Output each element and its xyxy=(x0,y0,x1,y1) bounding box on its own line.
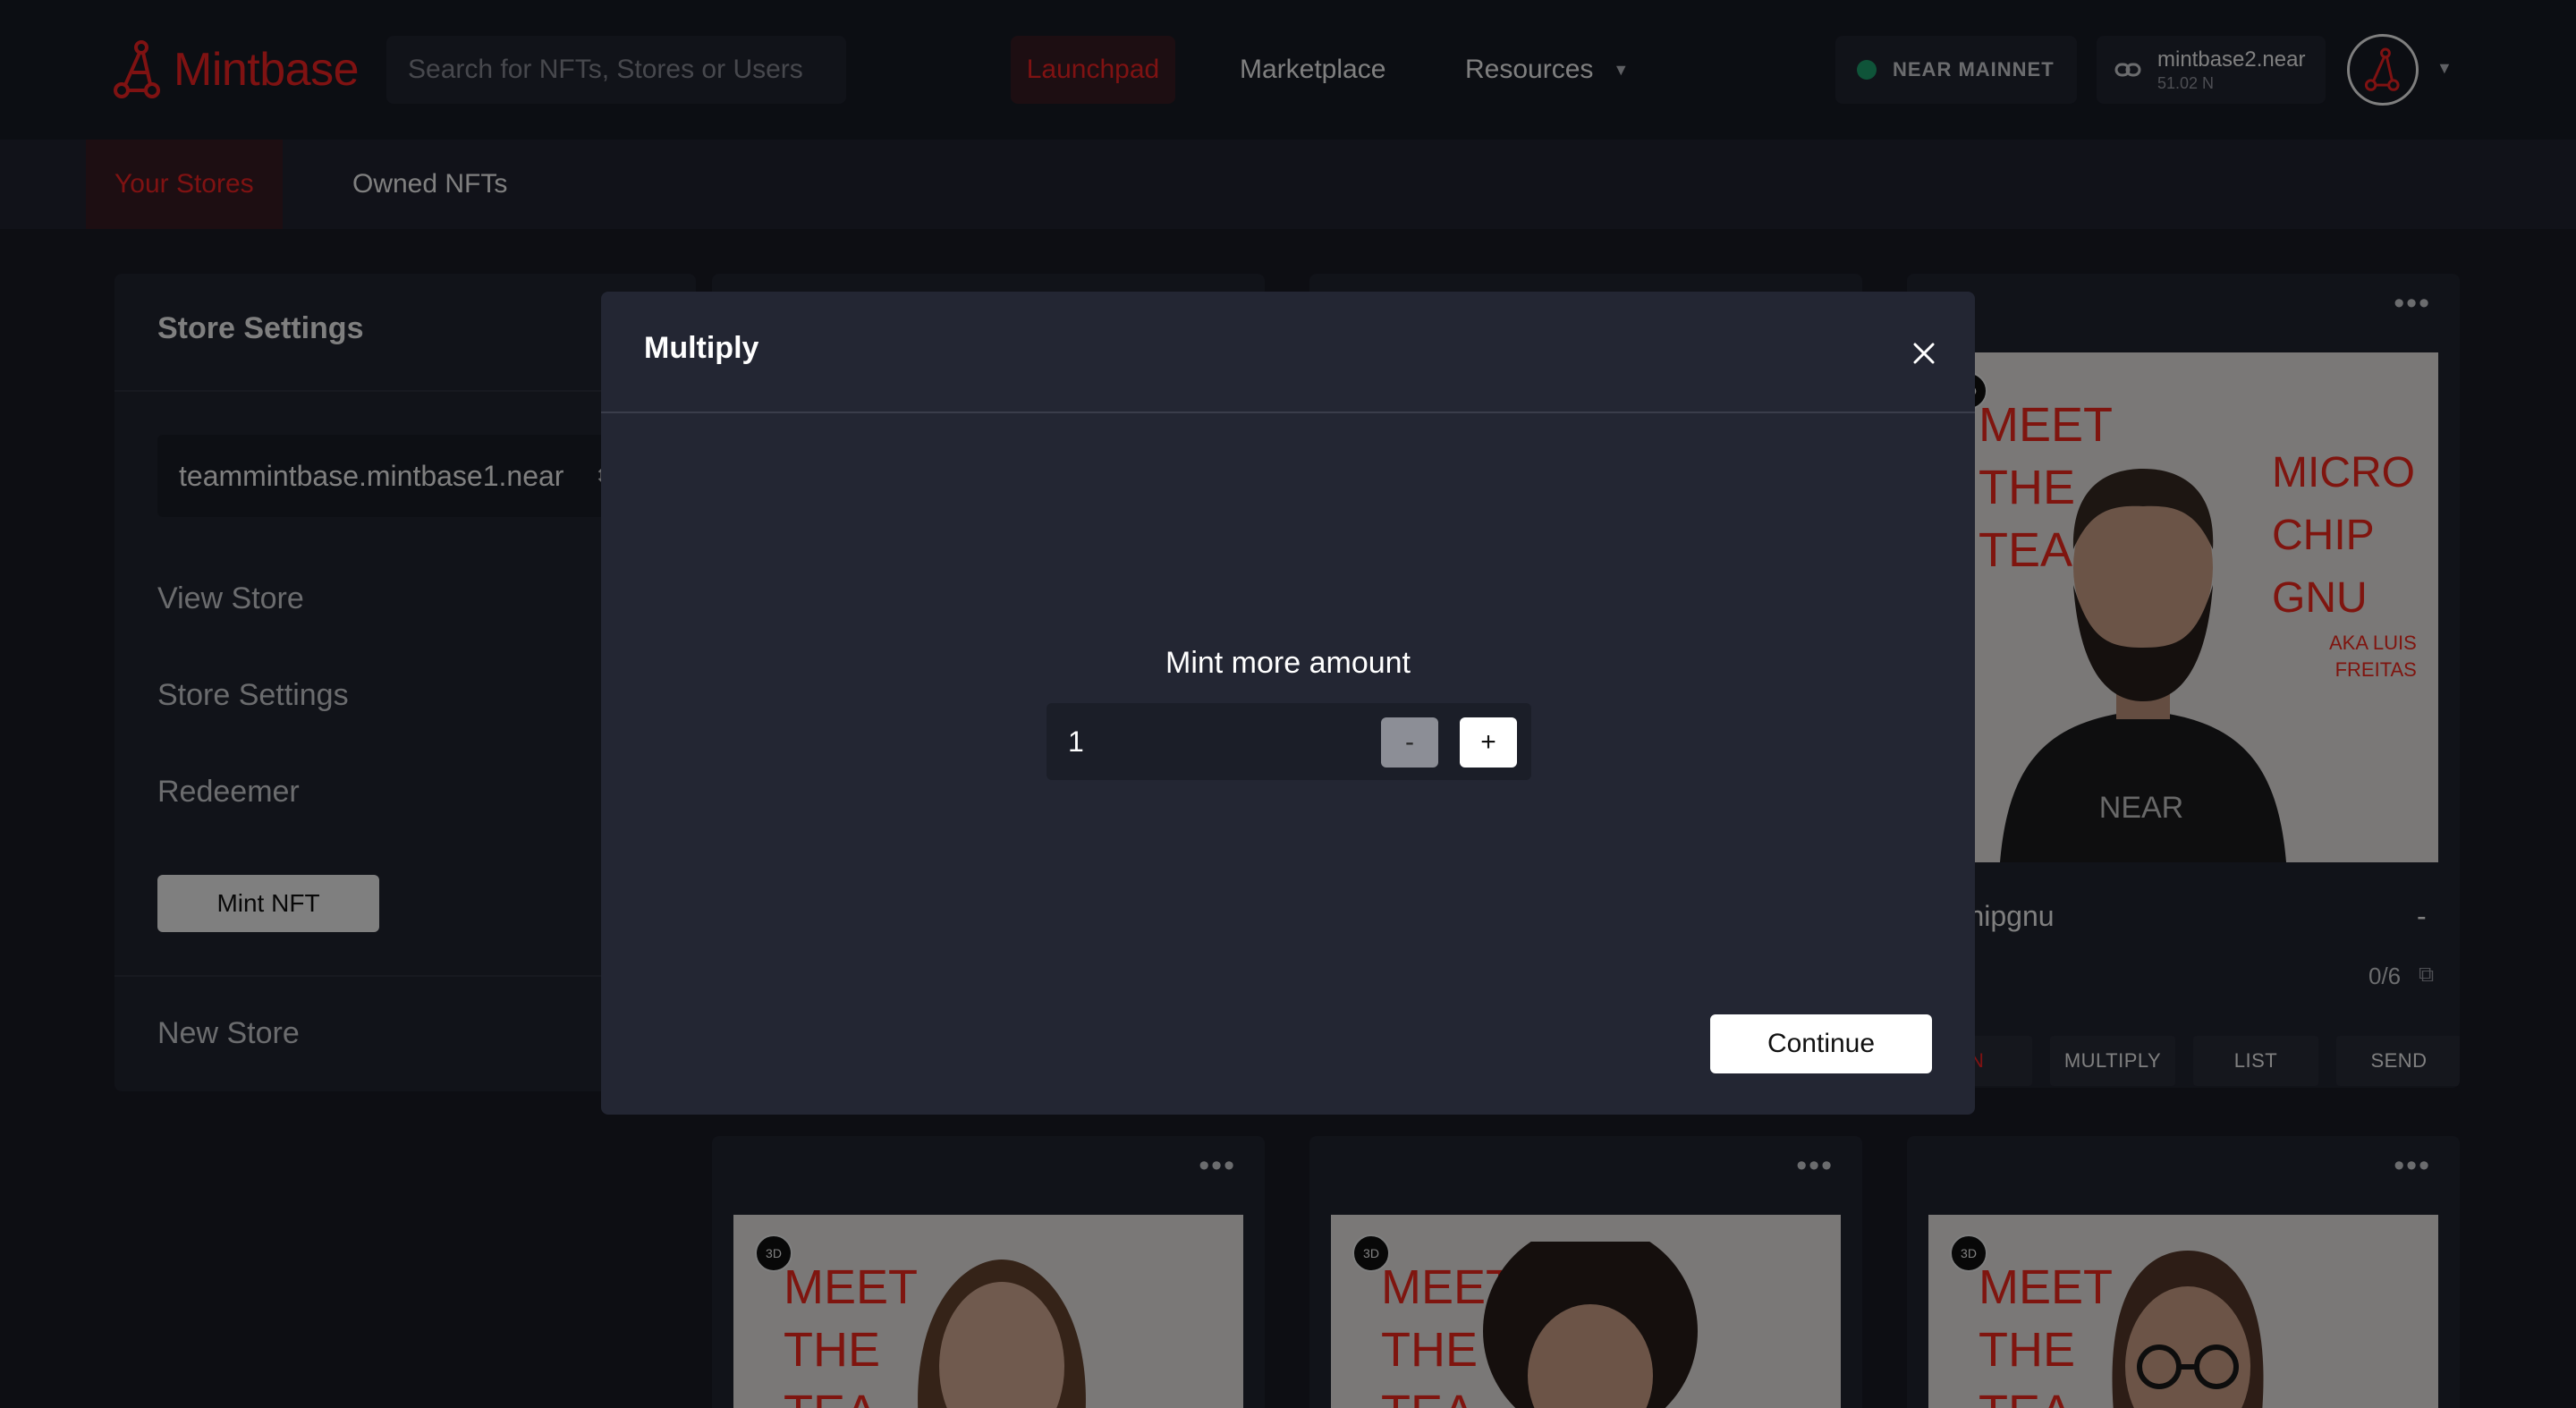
multiply-modal: Multiply Mint more amount 1 - + Continue xyxy=(601,292,1975,1115)
close-icon xyxy=(1913,343,1935,364)
mint-amount-label: Mint more amount xyxy=(1165,646,1411,680)
continue-button[interactable]: Continue xyxy=(1710,1014,1932,1073)
decrement-button[interactable]: - xyxy=(1381,717,1438,768)
modal-title: Multiply xyxy=(644,331,759,365)
quantity-input[interactable]: 1 xyxy=(1068,703,1084,780)
quantity-stepper: 1 - + xyxy=(1046,703,1531,780)
app-root: Mintbase Search for NFTs, Stores or User… xyxy=(0,0,2576,1408)
close-button[interactable] xyxy=(1903,333,1945,374)
increment-button[interactable]: + xyxy=(1460,717,1517,768)
modal-divider xyxy=(601,411,1975,413)
